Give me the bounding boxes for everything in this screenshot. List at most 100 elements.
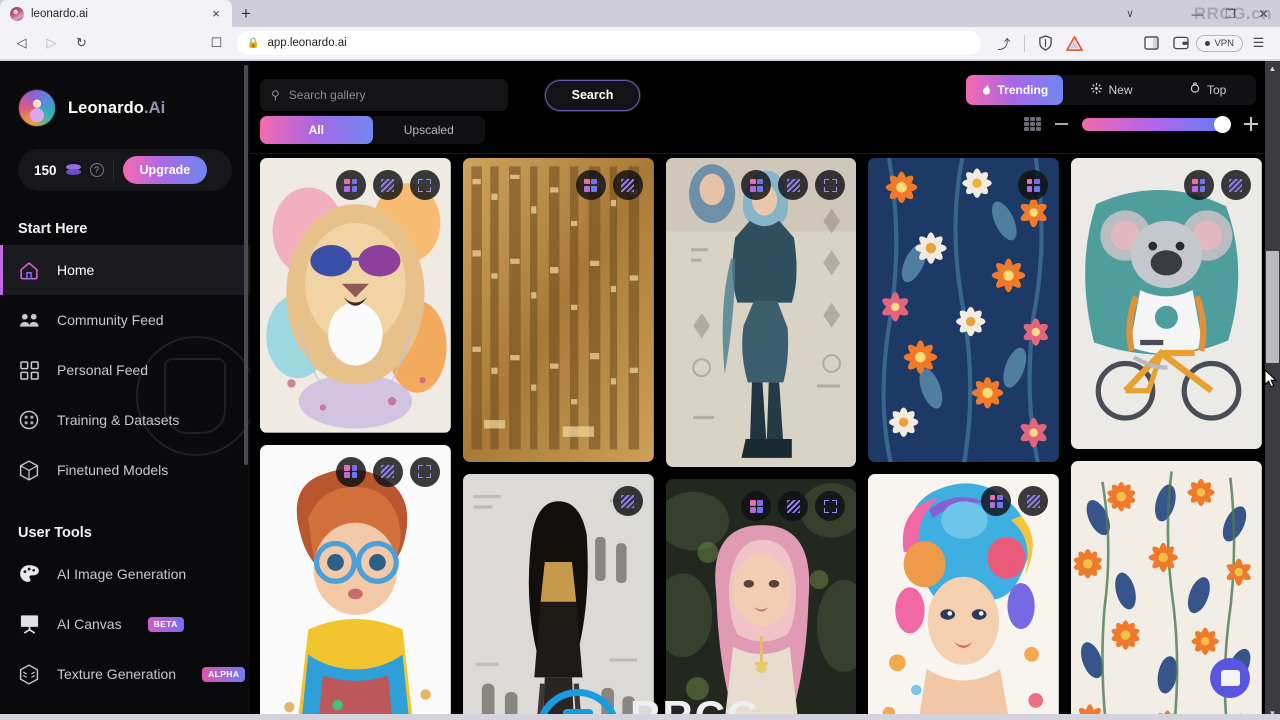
gallery-card[interactable]	[462, 474, 654, 720]
grid-density-icon[interactable]	[1024, 117, 1041, 131]
variations-icon[interactable]	[1220, 170, 1251, 200]
zoom-out-button[interactable]	[1055, 123, 1068, 125]
brand-name: Leonardo.Ai	[68, 98, 166, 117]
zoom-slider[interactable]	[1082, 115, 1231, 133]
reload-icon[interactable]: ↻	[68, 30, 95, 57]
search-icon: ⚲	[271, 88, 280, 102]
remix-icon[interactable]	[741, 491, 772, 522]
sidebar: Leonardo.Ai 150 ? Upgrade Start Here Hom…	[0, 61, 250, 720]
close-icon[interactable]: ×	[208, 6, 224, 22]
brave-shield-icon[interactable]	[1032, 30, 1059, 57]
sidebar-item-label: Home	[57, 262, 95, 278]
segment-all[interactable]: All	[260, 116, 373, 144]
gallery-card[interactable]	[665, 479, 857, 720]
chevron-down-icon[interactable]: ∨	[1116, 0, 1144, 27]
brave-rewards-icon[interactable]	[1061, 30, 1088, 57]
expand-icon[interactable]	[409, 170, 440, 200]
remix-icon[interactable]	[335, 170, 366, 200]
sidebar-item-finetuned-models[interactable]: Finetuned Models	[0, 445, 250, 495]
gallery-toolbar: ⚲ Search All Upscaled Trending	[250, 61, 1280, 153]
search-button[interactable]: Search	[545, 79, 640, 111]
filter-top[interactable]: Top	[1159, 75, 1256, 105]
scrollbar-thumb[interactable]	[1266, 251, 1279, 363]
remix-icon[interactable]	[575, 170, 606, 200]
sidebar-item-ai-canvas[interactable]: AI Canvas BETA	[0, 599, 250, 649]
gallery-card[interactable]	[260, 444, 451, 720]
zoom-slider-knob[interactable]	[1214, 115, 1231, 133]
remix-icon[interactable]	[1018, 170, 1049, 200]
credits-amount: 150	[34, 162, 57, 178]
wallet-icon[interactable]	[1167, 30, 1194, 57]
sidebar-item-texture-generation[interactable]: Texture Generation ALPHA	[0, 649, 250, 699]
filter-label: New	[1108, 83, 1133, 97]
browser-actions: ⤴ VPN ☰	[990, 30, 1272, 57]
badge-alpha: ALPHA	[202, 666, 246, 682]
vpn-label: VPN	[1214, 37, 1234, 49]
sidebar-toggle-icon[interactable]	[1138, 30, 1165, 57]
sidebar-item-label: Texture Generation	[57, 666, 177, 682]
brand[interactable]: Leonardo.Ai	[0, 61, 250, 127]
variations-icon[interactable]	[612, 170, 643, 200]
variations-icon[interactable]	[612, 486, 643, 517]
sidebar-item-community-feed[interactable]: Community Feed	[0, 295, 250, 345]
expand-icon[interactable]	[815, 491, 846, 522]
variations-icon[interactable]	[372, 170, 403, 200]
remix-icon[interactable]	[1183, 170, 1214, 200]
chat-bubble-icon[interactable]	[1210, 658, 1250, 698]
url-text: app.leonardo.ai	[267, 37, 347, 49]
expand-icon[interactable]	[409, 456, 440, 487]
minimize-button[interactable]: —	[1181, 0, 1214, 27]
sidebar-item-label: Personal Feed	[57, 362, 149, 378]
sparkle-icon	[1090, 82, 1103, 98]
filter-trending[interactable]: Trending	[966, 75, 1063, 105]
variations-icon[interactable]	[1018, 486, 1049, 517]
gallery-card[interactable]	[868, 158, 1060, 463]
gallery-card[interactable]	[868, 474, 1060, 720]
upgrade-button[interactable]: Upgrade	[122, 156, 208, 184]
maximize-button[interactable]: ❐	[1214, 0, 1247, 27]
address-bar[interactable]: 🔒 app.leonardo.ai	[237, 31, 982, 55]
forward-icon[interactable]: ▷	[38, 30, 65, 57]
new-tab-button[interactable]: +	[232, 0, 260, 27]
variations-icon[interactable]	[778, 491, 809, 522]
back-icon[interactable]: ◁	[8, 30, 35, 57]
page-viewport: Leonardo.Ai 150 ? Upgrade Start Here Hom…	[0, 61, 1280, 720]
remix-icon[interactable]	[741, 170, 772, 200]
search-input[interactable]	[288, 88, 497, 102]
remix-icon[interactable]	[335, 456, 366, 487]
page-scrollbar[interactable]: ▲ ▼	[1265, 61, 1280, 720]
gallery-card[interactable]	[665, 158, 857, 468]
variations-icon[interactable]	[778, 170, 809, 200]
sidebar-section-title-start-here: Start Here	[18, 221, 88, 237]
expand-icon[interactable]	[815, 170, 846, 200]
search-box[interactable]: ⚲	[260, 79, 508, 111]
badge-beta: BETA	[147, 616, 184, 632]
browser-tab[interactable]: leonardo.ai ×	[0, 0, 232, 27]
tab-strip: leonardo.ai × + ∨ — ❐ ✕	[0, 0, 1280, 27]
question-mark-icon[interactable]: ?	[89, 163, 104, 177]
gallery-card[interactable]	[260, 158, 451, 433]
close-window-button[interactable]: ✕	[1247, 0, 1280, 27]
gallery-card[interactable]	[1071, 158, 1262, 450]
menu-icon[interactable]: ☰	[1245, 30, 1272, 57]
sidebar-item-training-datasets[interactable]: Training & Datasets	[0, 395, 250, 445]
segment-upscaled[interactable]: Upscaled	[373, 116, 486, 144]
sidebar-scrollbar[interactable]	[244, 65, 248, 465]
remix-icon[interactable]	[981, 486, 1012, 517]
zoom-in-button[interactable]	[1244, 117, 1258, 131]
mouse-cursor	[1264, 369, 1277, 388]
leonardo-avatar-icon	[18, 89, 56, 127]
bookmark-icon[interactable]: ☐	[203, 30, 230, 57]
vpn-toggle[interactable]: VPN	[1196, 34, 1243, 52]
sidebar-item-personal-feed[interactable]: Personal Feed	[0, 345, 250, 395]
gallery-card[interactable]	[462, 158, 654, 463]
filter-new[interactable]: New	[1063, 75, 1160, 105]
sidebar-item-home[interactable]: Home	[0, 245, 250, 295]
gallery-image	[1071, 158, 1262, 450]
sidebar-item-ai-image-generation[interactable]: AI Image Generation	[0, 549, 250, 599]
variations-icon[interactable]	[372, 456, 403, 487]
share-icon[interactable]: ⤴	[990, 30, 1017, 57]
token-coin-icon	[65, 163, 81, 177]
sort-filter-group: Trending New Top	[966, 75, 1256, 105]
scroll-up-icon[interactable]: ▲	[1265, 61, 1280, 75]
